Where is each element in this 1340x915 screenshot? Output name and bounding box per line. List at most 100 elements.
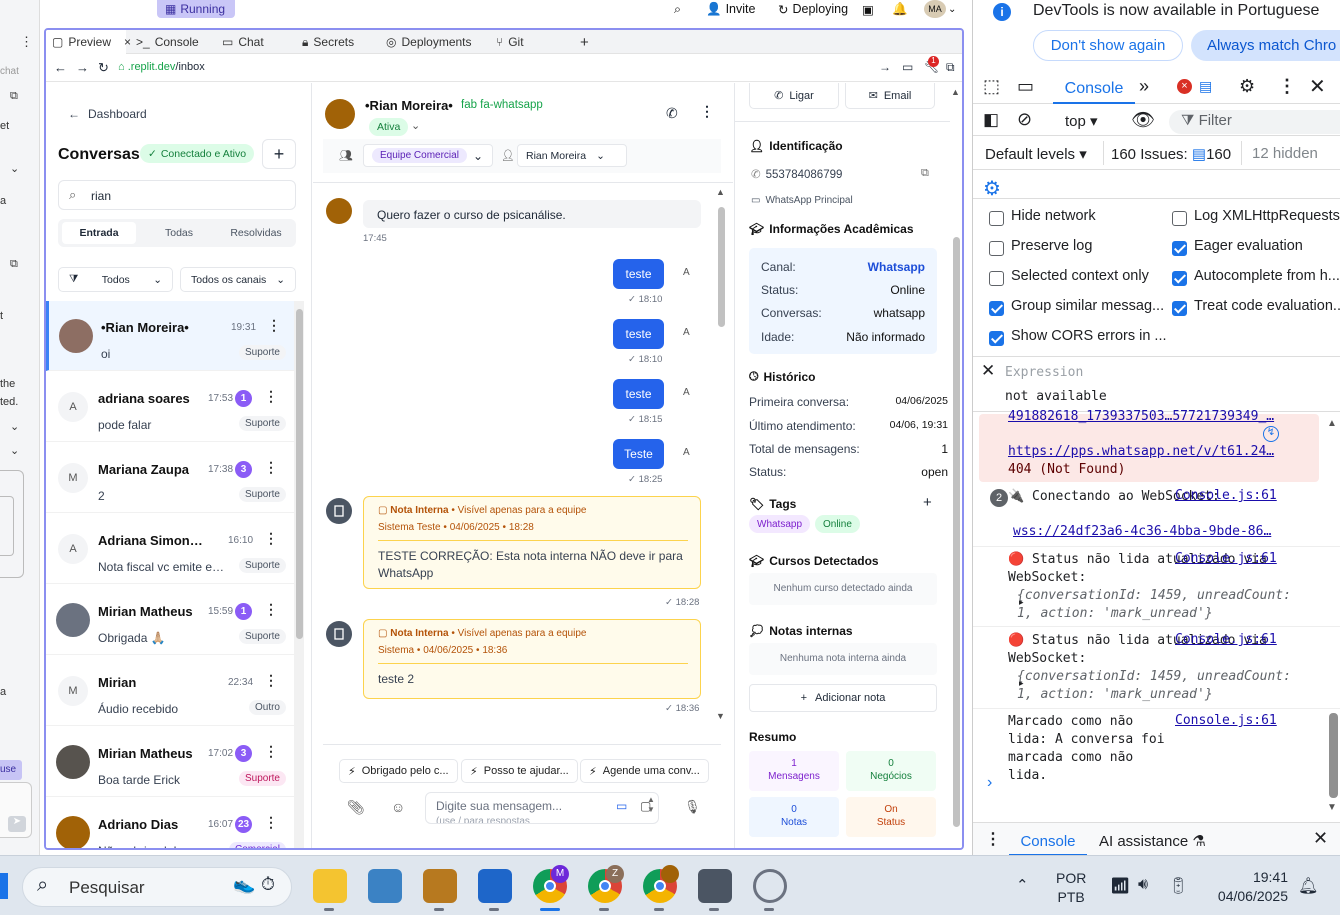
url-input[interactable]: ⌂ .replit.dev/inbox: [118, 58, 894, 78]
checkbox-label[interactable]: Autocomplete from h...: [1194, 268, 1340, 284]
link-icon[interactable]: ↯: [1263, 426, 1279, 442]
checkbox[interactable]: [1172, 211, 1187, 226]
chevron-down-icon-2[interactable]: ⌄: [10, 420, 19, 433]
scroll-down-icon[interactable]: ▼: [716, 711, 725, 721]
conversation-item[interactable]: Mirian Matheus 15:59 1 ⋮ Obrigada 🙏🏼 Suporte: [46, 585, 294, 655]
more-options-icon[interactable]: ⋮: [264, 814, 278, 831]
team-select[interactable]: Equipe Comercial ⌄: [363, 144, 493, 167]
message-input[interactable]: Digite sua mensagem... (use / para respo…: [425, 792, 659, 824]
error-icon[interactable]: ×: [1177, 79, 1192, 94]
external-icon[interactable]: ⧉: [10, 90, 18, 103]
emoji-icon[interactable]: ☺: [391, 799, 405, 815]
quick-reply-button[interactable]: ⚡︎ Agende uma conv...: [580, 759, 709, 783]
avatar[interactable]: MA: [924, 0, 946, 18]
tab-secrets[interactable]: 🔒︎ Secrets: [296, 30, 354, 54]
checkbox[interactable]: [989, 241, 1004, 256]
drawer-tab-console[interactable]: Console: [1009, 823, 1087, 855]
tab-preview[interactable]: ▢ Preview ×: [46, 30, 131, 54]
checkbox[interactable]: [989, 271, 1004, 286]
microphone-icon[interactable]: 🎙︎: [684, 799, 701, 815]
back-icon[interactable]: ←: [54, 60, 67, 75]
tab-todas[interactable]: Todas: [142, 222, 216, 244]
open-new-icon[interactable]: ⧉: [946, 60, 955, 75]
attach-icon[interactable]: 📎︎: [347, 799, 365, 816]
conversation-item[interactable]: Adriano Dias 16:0723 ⋮ Não, obrigado!Comerc…: [46, 798, 294, 848]
checkbox-label[interactable]: Preserve log: [1011, 238, 1092, 254]
call-button[interactable]: ✆ Ligar: [749, 83, 839, 109]
checkbox-label[interactable]: Selected context only: [1011, 268, 1149, 284]
tag-chip[interactable]: Whatsapp: [749, 515, 811, 533]
battery-icon[interactable]: 🔋︎: [1168, 876, 1188, 896]
more-options-icon[interactable]: ⋮: [264, 672, 278, 689]
quick-reply-button[interactable]: ⚡︎ Obrigado pelo c...: [339, 759, 458, 783]
close-drawer-icon[interactable]: ✕: [1313, 828, 1328, 849]
add-note-button[interactable]: + Adicionar nota: [749, 684, 937, 712]
scroll-up-icon[interactable]: ▲: [951, 87, 960, 97]
drawer-menu-icon[interactable]: ⋮: [985, 829, 1001, 849]
chat-scrollbar[interactable]: ▲ ▼: [716, 187, 726, 723]
checkbox-label[interactable]: Group similar messag...: [1011, 298, 1164, 314]
search-input[interactable]: ⌕ rian: [58, 180, 296, 210]
gear-icon[interactable]: ⚙: [1239, 76, 1255, 97]
taskbar-search[interactable]: ⌕ Pesquisar 👟 ⏱: [22, 867, 292, 907]
checkbox-label[interactable]: Show CORS errors in ...: [1011, 328, 1167, 344]
chevron-down-icon-3[interactable]: ⌄: [10, 444, 19, 457]
log-source-link[interactable]: Console.js:61: [1175, 632, 1277, 647]
chevron-down-icon[interactable]: ⌄: [10, 162, 19, 175]
more-icon[interactable]: ⋮: [20, 34, 33, 50]
send-icon-left[interactable]: ➤: [8, 816, 26, 832]
lock-app-icon[interactable]: [423, 869, 457, 903]
tab-deployments[interactable]: ◎ Deployments: [380, 30, 472, 54]
inspect-icon[interactable]: ⬚: [983, 76, 1000, 97]
checkbox-label[interactable]: Hide network: [1011, 208, 1096, 224]
filter-input[interactable]: ⧩ Filter: [1169, 110, 1340, 134]
deploying-button[interactable]: ↻ Deploying: [778, 0, 848, 18]
context-select[interactable]: top ▾: [1065, 112, 1098, 130]
invite-button[interactable]: 👤 Invite: [706, 0, 755, 18]
scroll-up-icon[interactable]: ▲: [1327, 418, 1337, 429]
chevron-down-icon-status[interactable]: ⌄: [411, 119, 420, 132]
levels-select[interactable]: Default levels ▾: [985, 145, 1087, 163]
log-object[interactable]: {conversationId: 1459, unreadCount: 1, a…: [1017, 587, 1305, 623]
checkbox-label[interactable]: Eager evaluation: [1194, 238, 1303, 254]
scroll-thumb[interactable]: [1329, 713, 1338, 798]
volume-icon[interactable]: 🔊︎: [1138, 876, 1148, 894]
reload-icon[interactable]: ↻: [98, 60, 109, 76]
checkbox[interactable]: [989, 211, 1004, 226]
tab-resolvidas[interactable]: Resolvidas: [218, 222, 294, 244]
copy-icon[interactable]: ⧉: [921, 167, 929, 180]
prompt-chevron-icon[interactable]: ›: [987, 774, 992, 792]
tab-chat[interactable]: ▭ Chat: [216, 30, 264, 54]
running-badge[interactable]: ▦ Running: [157, 0, 235, 18]
file-explorer-icon[interactable]: [313, 869, 347, 903]
chevron-down-icon-top[interactable]: ⌄: [948, 0, 956, 18]
log-source-link[interactable]: Console.js:61: [1175, 713, 1277, 728]
kebab-icon[interactable]: ⋮: [1278, 76, 1296, 97]
control-panel-icon[interactable]: [368, 869, 402, 903]
log-source-link[interactable]: Console.js:61: [1175, 551, 1277, 566]
channel-filter-select[interactable]: Todos os canais ⌄: [180, 267, 296, 292]
always-match-button[interactable]: Always match Chro: [1191, 30, 1340, 61]
tab-entrada[interactable]: Entrada: [62, 222, 136, 244]
add-tag-icon[interactable]: +: [923, 494, 932, 511]
more-options-icon[interactable]: ⋮: [264, 601, 278, 618]
checkbox[interactable]: [989, 331, 1004, 346]
remote-app-icon[interactable]: [753, 869, 787, 903]
device-toggle-icon[interactable]: ▭: [1017, 76, 1034, 97]
scroll-up-icon[interactable]: ▲: [716, 187, 725, 197]
checkbox-label[interactable]: Log XMLHttpRequests: [1194, 208, 1340, 224]
error-url-2[interactable]: https://pps.whatsapp.net/v/t61.24…: [1008, 444, 1274, 459]
wifi-icon[interactable]: 📶︎: [1110, 876, 1130, 896]
expression-placeholder[interactable]: Expression: [1005, 365, 1083, 380]
checkbox-label[interactable]: Treat code evaluation...: [1194, 298, 1340, 314]
expand-icon[interactable]: ▸: [1019, 678, 1024, 689]
forward-icon[interactable]: →: [76, 60, 89, 75]
external-icon-2[interactable]: ⧉: [10, 258, 18, 271]
conversation-item[interactable]: Mirian Matheus 17:02 3 ⋮ Boa tarde Erick Supo…: [46, 727, 294, 797]
scroll-thumb[interactable]: [296, 309, 303, 639]
tag-chip[interactable]: Online: [815, 515, 860, 533]
arrow-right-icon[interactable]: →: [879, 60, 891, 74]
dont-show-again-button[interactable]: Don't show again: [1033, 30, 1183, 61]
clock[interactable]: 19:41 04/06/2025: [1206, 868, 1288, 906]
back-to-dashboard[interactable]: ← Dashboard: [68, 107, 147, 121]
